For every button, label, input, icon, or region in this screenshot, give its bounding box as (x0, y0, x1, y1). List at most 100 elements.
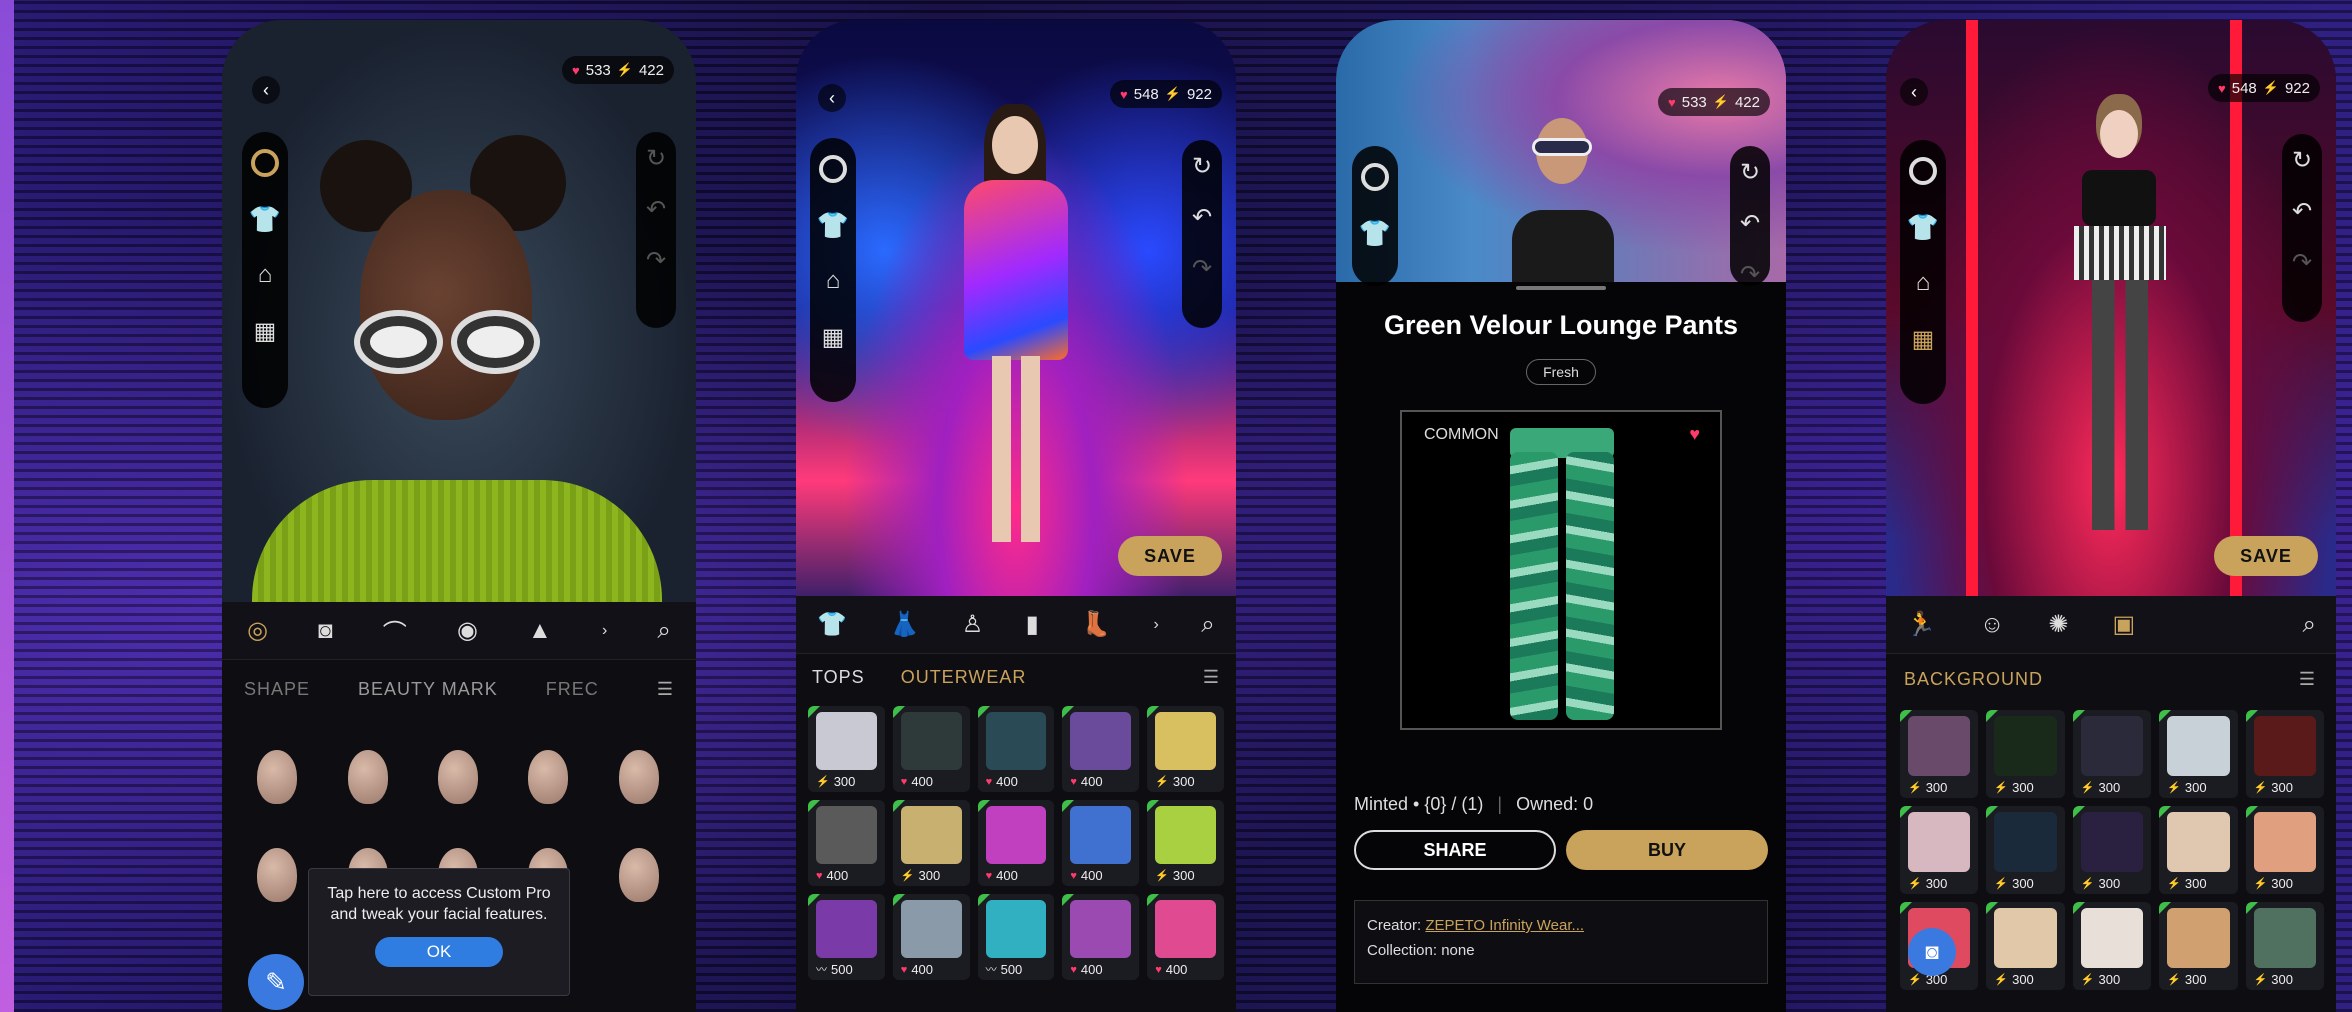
item-card[interactable]: ♥ 400 (977, 706, 1055, 792)
background-icon[interactable]: ▣ (2113, 610, 2136, 639)
hanger-icon[interactable]: ⌂ (248, 258, 282, 292)
pants-icon[interactable]: ▮ (1026, 610, 1039, 639)
undo-icon[interactable]: ↶ (1192, 203, 1212, 232)
film-icon[interactable]: ▦ (1906, 322, 1940, 356)
makeup-icon[interactable]: ◙ (318, 617, 333, 645)
item-card[interactable]: ⚡ 300 (1147, 800, 1224, 886)
item-card[interactable]: ⚡ 300 (2245, 710, 2324, 798)
item-card[interactable]: ⚡ 300 (808, 706, 885, 792)
film-icon[interactable]: ▦ (816, 320, 850, 354)
face-option[interactable] (598, 830, 680, 920)
undo-icon[interactable]: ↶ (646, 195, 666, 224)
item-card[interactable]: ♥ 400 (892, 706, 970, 792)
redo-icon[interactable]: ↷ (1192, 254, 1212, 283)
eyebrow-icon[interactable]: ⌒ (383, 613, 407, 648)
back-button[interactable]: ‹ (1900, 78, 1928, 106)
save-button[interactable]: SAVE (2214, 536, 2318, 576)
subtab-beauty-mark[interactable]: BEAUTY MARK (358, 679, 498, 700)
creator-link[interactable]: ZEPETO Infinity Wear... (1425, 917, 1584, 934)
face-option[interactable] (417, 732, 499, 822)
favorite-heart-icon[interactable]: ♥ (1689, 424, 1700, 445)
filter-icon[interactable]: ☰ (1203, 667, 1220, 688)
buy-button[interactable]: BUY (1566, 830, 1768, 870)
item-card[interactable]: ♥ 400 (1062, 800, 1140, 886)
item-card[interactable]: ⚡ 300 (2159, 902, 2238, 990)
item-card[interactable]: 〰 500 (977, 894, 1055, 980)
subtab-outerwear[interactable]: OUTERWEAR (901, 667, 1027, 688)
dress-icon[interactable]: 👗 (889, 610, 919, 639)
hanger-icon[interactable]: ⌂ (816, 264, 850, 298)
shirt-icon[interactable]: 👕 (1906, 210, 1940, 244)
search-icon[interactable]: ⌕ (2303, 611, 2316, 639)
face-icon[interactable] (248, 146, 282, 180)
item-card[interactable]: ⚡ 300 (2245, 902, 2324, 990)
redo-icon[interactable]: ↷ (2292, 248, 2312, 277)
search-icon[interactable]: ⌕ (1201, 611, 1214, 639)
item-card[interactable]: ⚡ 300 (1986, 710, 2065, 798)
custom-pro-button[interactable]: ✎ (248, 954, 304, 1010)
search-icon[interactable]: ⌕ (657, 617, 670, 645)
subtab-shape[interactable]: SHAPE (244, 679, 310, 700)
bodysuit-icon[interactable]: ♙ (962, 610, 984, 639)
item-card[interactable]: ⚡ 300 (1147, 706, 1224, 792)
shoes-icon[interactable]: 👢 (1081, 610, 1111, 639)
reset-icon[interactable]: ↻ (1740, 158, 1760, 187)
chevron-right-icon[interactable]: › (1154, 616, 1159, 634)
item-card[interactable]: ♥ 400 (808, 800, 885, 886)
share-button[interactable]: SHARE (1354, 830, 1556, 870)
shirt-icon[interactable]: 👕 (816, 208, 850, 242)
pose-icon[interactable]: 🏃 (1906, 610, 1936, 639)
subtab-tops[interactable]: TOPS (812, 667, 865, 688)
filter-icon[interactable]: ☰ (2299, 669, 2316, 690)
film-icon[interactable]: ▦ (248, 314, 282, 348)
undo-icon[interactable]: ↶ (1740, 209, 1760, 238)
item-card[interactable]: ⚡ 300 (1986, 902, 2065, 990)
tops-icon[interactable]: 👕 (817, 610, 847, 639)
effect-icon[interactable]: ✺ (2048, 610, 2068, 639)
redo-icon[interactable]: ↷ (646, 246, 666, 275)
item-card[interactable]: ⚡ 300 (2159, 806, 2238, 894)
item-card[interactable]: ♥ 400 (1062, 706, 1140, 792)
face-shape-icon[interactable]: ◎ (247, 616, 268, 645)
reset-icon[interactable]: ↻ (1192, 152, 1212, 181)
tooltip-ok-button[interactable]: OK (375, 937, 503, 967)
item-card[interactable]: ♥ 400 (892, 894, 970, 980)
face-option[interactable] (598, 732, 680, 822)
filter-icon[interactable]: ☰ (657, 679, 674, 700)
item-card[interactable]: ⚡ 300 (2072, 902, 2152, 990)
back-button[interactable]: ‹ (818, 84, 846, 112)
face-option[interactable] (326, 732, 408, 822)
item-card[interactable]: ⚡ 300 (1900, 710, 1979, 798)
undo-icon[interactable]: ↶ (2292, 197, 2312, 226)
face-icon[interactable] (1906, 154, 1940, 188)
item-card[interactable]: ⚡ 300 (892, 800, 970, 886)
hanger-icon[interactable]: ⌂ (1906, 266, 1940, 300)
shirt-icon[interactable]: 👕 (1358, 216, 1392, 250)
item-card[interactable]: 〰 500 (808, 894, 885, 980)
save-button[interactable]: SAVE (1118, 536, 1222, 576)
face-icon[interactable] (816, 152, 850, 186)
item-card[interactable]: ⚡ 300 (2159, 710, 2238, 798)
redo-icon[interactable]: ↷ (1740, 260, 1760, 289)
reset-icon[interactable]: ↻ (646, 144, 666, 173)
item-card[interactable]: ♥ 400 (1062, 894, 1140, 980)
face-icon[interactable] (1358, 160, 1392, 194)
item-card[interactable]: ⚡ 300 (2072, 710, 2152, 798)
sheet-drag-handle[interactable] (1516, 286, 1606, 290)
item-card[interactable]: ⚡ 300 (1986, 806, 2065, 894)
face-option[interactable] (507, 732, 589, 822)
reset-icon[interactable]: ↻ (2292, 146, 2312, 175)
expression-icon[interactable]: ☺ (1980, 611, 2005, 639)
face-option[interactable] (236, 830, 318, 920)
item-card[interactable]: ⚡ 300 (2245, 806, 2324, 894)
face-option[interactable] (236, 732, 318, 822)
subtab-freckles[interactable]: FREC (546, 679, 599, 700)
camera-button[interactable]: ◙ (1908, 928, 1956, 976)
eye-icon[interactable]: ◉ (457, 616, 478, 645)
item-card[interactable]: ♥ 400 (977, 800, 1055, 886)
item-card[interactable]: ⚡ 300 (1900, 806, 1979, 894)
nose-icon[interactable]: ▲ (528, 617, 552, 645)
chevron-right-icon[interactable]: › (602, 622, 607, 640)
shirt-icon[interactable]: 👕 (248, 202, 282, 236)
back-button[interactable]: ‹ (252, 76, 280, 104)
